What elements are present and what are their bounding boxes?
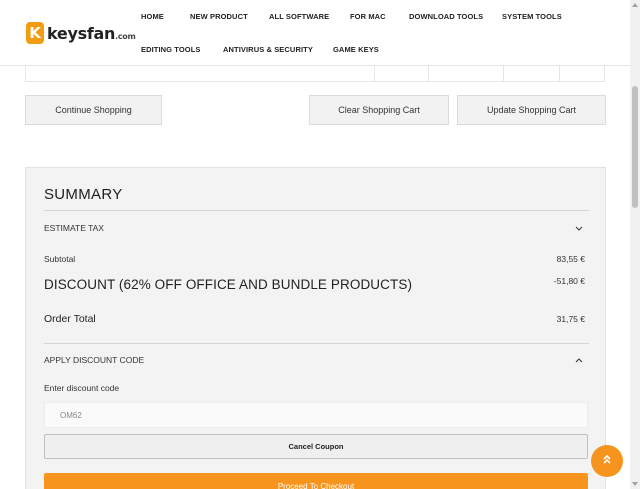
cart-table-bottom bbox=[25, 66, 605, 82]
table-divider bbox=[503, 66, 504, 82]
chevron-down-icon[interactable] bbox=[574, 223, 584, 233]
subtotal-value: 83,55 € bbox=[556, 254, 585, 264]
order-total-label: Order Total bbox=[44, 313, 96, 325]
nav-new-product[interactable]: NEW PRODUCT bbox=[190, 12, 248, 21]
logo-name: keysfan bbox=[47, 23, 116, 43]
nav-system-tools[interactable]: SYSTEM TOOLS bbox=[502, 12, 562, 21]
scroll-down-arrow-icon[interactable] bbox=[630, 479, 640, 489]
summary-title: SUMMARY bbox=[44, 186, 123, 203]
nav-game-keys[interactable]: GAME KEYS bbox=[333, 45, 379, 54]
discount-code-input[interactable]: OM62 bbox=[44, 402, 588, 428]
table-divider bbox=[374, 66, 375, 82]
continue-shopping-button[interactable]: Continue Shopping bbox=[25, 95, 162, 125]
scroll-up-arrow-icon[interactable] bbox=[630, 0, 640, 10]
chevron-up-icon[interactable] bbox=[574, 355, 584, 365]
logo-wordmark: keysfan.com bbox=[47, 24, 136, 43]
logo-suffix: .com bbox=[115, 31, 136, 41]
table-divider bbox=[428, 66, 429, 82]
apply-discount-toggle[interactable]: APPLY DISCOUNT CODE bbox=[44, 355, 144, 365]
divider bbox=[44, 210, 589, 211]
divider bbox=[44, 343, 589, 344]
site-logo[interactable]: K keysfan.com bbox=[26, 22, 136, 44]
update-cart-button[interactable]: Update Shopping Cart bbox=[457, 95, 606, 125]
discount-code-label: Enter discount code bbox=[44, 383, 120, 393]
cancel-coupon-button[interactable]: Cancel Coupon bbox=[44, 434, 588, 459]
nav-home[interactable]: HOME bbox=[141, 12, 164, 21]
site-header: K keysfan.com HOME NEW PRODUCT ALL SOFTW… bbox=[0, 0, 630, 66]
nav-download-tools[interactable]: DOWNLOAD TOOLS bbox=[409, 12, 483, 21]
estimate-tax-toggle[interactable]: ESTIMATE TAX bbox=[44, 223, 104, 233]
proceed-to-checkout-button[interactable]: Proceed To Checkout bbox=[44, 473, 588, 489]
nav-antivirus-security[interactable]: ANTIVIRUS & SECURITY bbox=[223, 45, 313, 54]
page-scrollbar[interactable] bbox=[630, 0, 640, 489]
back-to-top-button[interactable] bbox=[591, 445, 623, 477]
scroll-thumb[interactable] bbox=[632, 86, 638, 208]
discount-value: -51,80 € bbox=[553, 276, 585, 286]
table-divider bbox=[559, 66, 560, 82]
order-total-value: 31,75 € bbox=[556, 314, 585, 324]
discount-label: DISCOUNT (62% OFF OFFICE AND BUNDLE PROD… bbox=[44, 277, 413, 292]
logo-mark-icon: K bbox=[26, 22, 44, 44]
nav-all-software[interactable]: ALL SOFTWARE bbox=[269, 12, 329, 21]
nav-for-mac[interactable]: FOR MAC bbox=[350, 12, 386, 21]
clear-cart-button[interactable]: Clear Shopping Cart bbox=[309, 95, 449, 125]
double-chevron-up-icon bbox=[601, 452, 613, 470]
nav-editing-tools[interactable]: EDITING TOOLS bbox=[141, 45, 201, 54]
order-summary: SUMMARY ESTIMATE TAX Subtotal 83,55 € DI… bbox=[25, 167, 606, 489]
subtotal-label: Subtotal bbox=[44, 254, 76, 264]
